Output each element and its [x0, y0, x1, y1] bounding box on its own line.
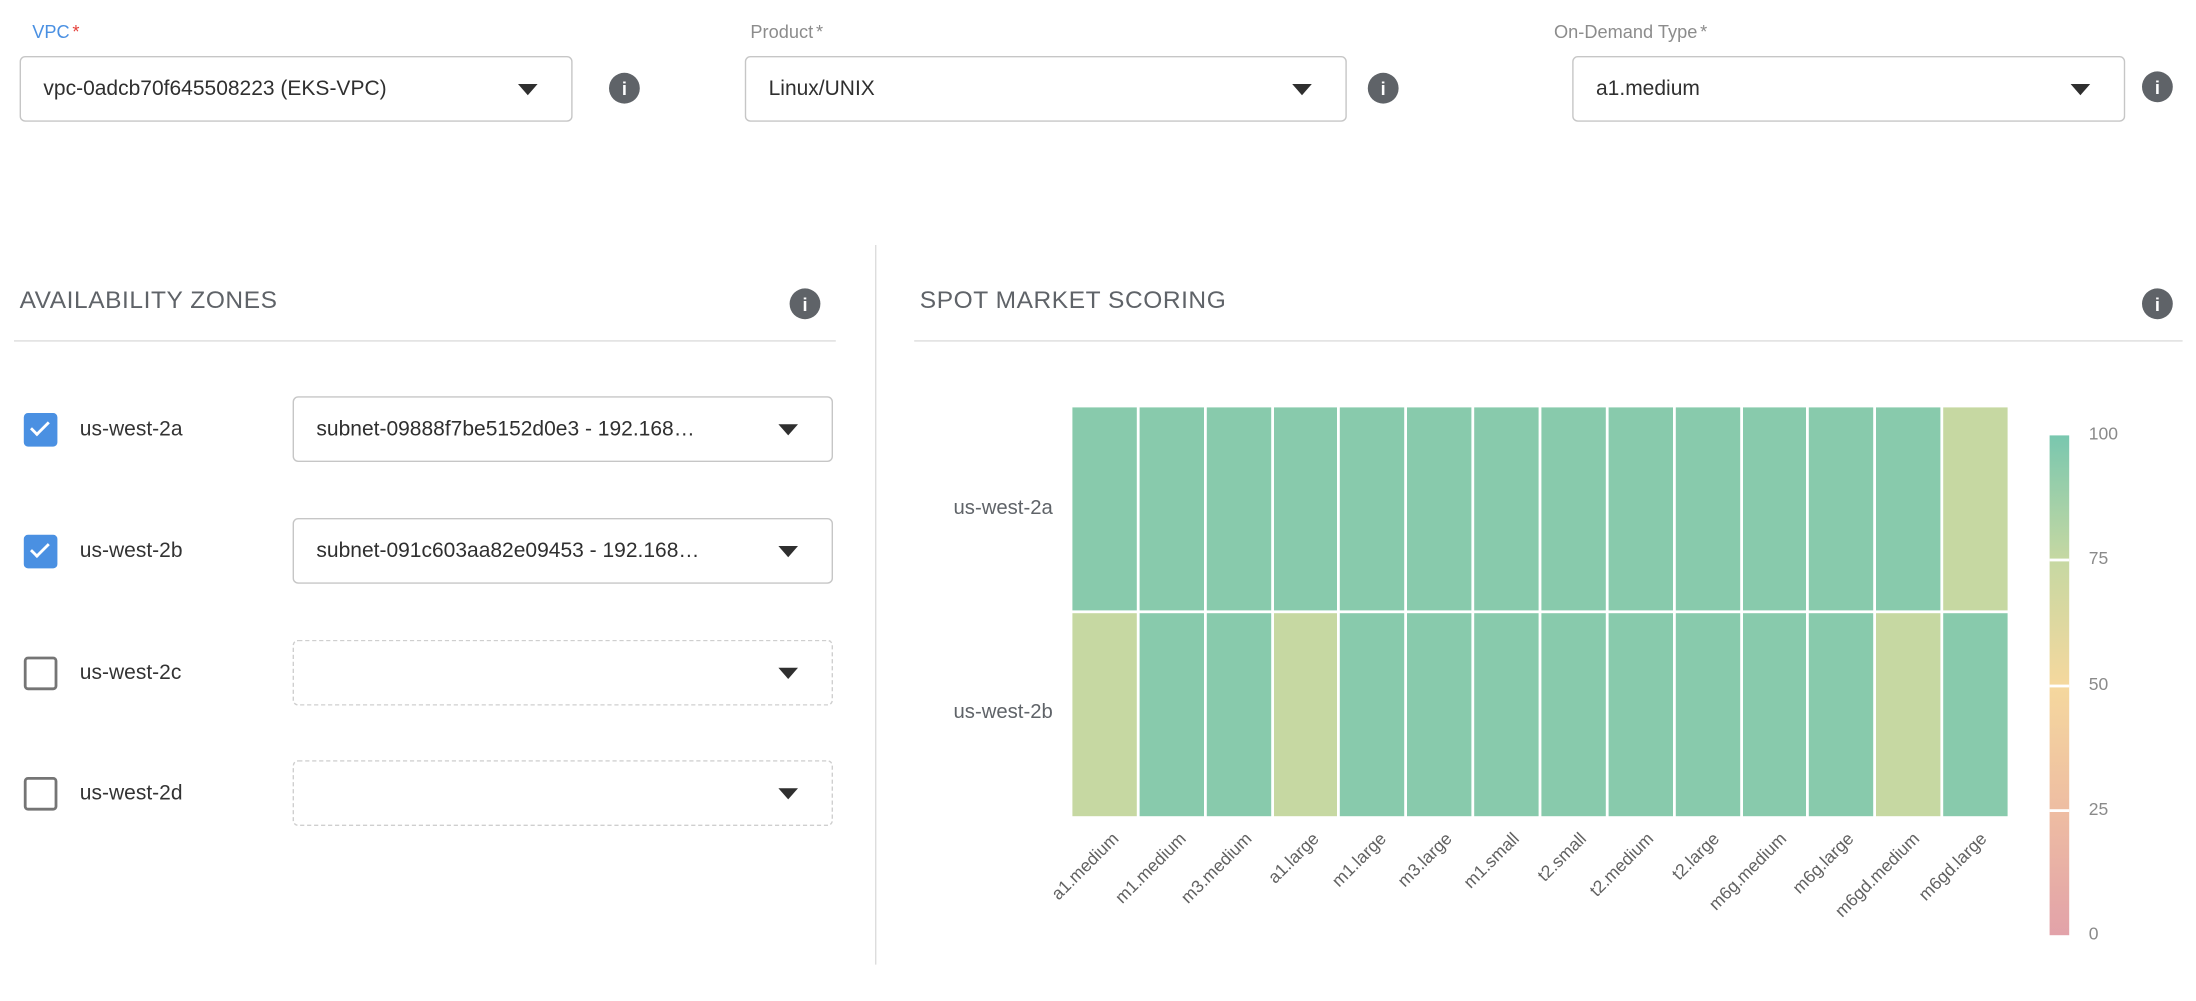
heatmap-grid: [1072, 407, 2007, 816]
on-demand-type-select[interactable]: a1.medium: [1572, 56, 2125, 122]
checkmark-icon: [30, 416, 50, 436]
az-row-us-west-2a: us-west-2a subnet-09888f7be5152d0e3 - 19…: [24, 396, 836, 462]
on-demand-type-info-icon[interactable]: i: [2142, 71, 2173, 102]
product-select-value: Linux/UNIX: [769, 77, 875, 101]
vpc-info-icon[interactable]: i: [609, 73, 640, 104]
spot-market-scoring-info-icon[interactable]: i: [2142, 288, 2173, 319]
spot-market-scoring-divider: [914, 340, 2182, 341]
az-row-us-west-2b: us-west-2b subnet-091c603aa82e09453 - 19…: [24, 518, 836, 584]
product-field-label: Product*: [750, 21, 823, 42]
checkmark-icon: [30, 538, 50, 558]
on-demand-type-field-label: On-Demand Type*: [1554, 21, 1707, 42]
zone-checkbox-us-west-2a[interactable]: [24, 412, 58, 446]
info-icon-glyph: i: [622, 78, 627, 99]
heatmap-cell: [1876, 613, 1940, 816]
subnet-select-us-west-2a[interactable]: subnet-09888f7be5152d0e3 - 192.168…: [293, 396, 833, 462]
zone-checkbox-us-west-2c[interactable]: [24, 656, 58, 690]
colorbar-tick-label: 0: [2089, 924, 2099, 944]
vpc-required-mark: *: [72, 21, 79, 42]
colorbar-tick-label: 25: [2089, 799, 2108, 819]
colorbar-tick-label: 75: [2089, 549, 2108, 569]
heatmap-cell: [1340, 613, 1404, 816]
heatmap-cell: [1608, 407, 1672, 610]
heatmap-cell: [1273, 613, 1337, 816]
heatmap-cell: [1541, 613, 1605, 816]
instance-configuration-page: VPC* vpc-0adcb70f645508223 (EKS-VPC) i P…: [0, 0, 2196, 965]
heatmap-cell: [1675, 407, 1739, 610]
heatmap-colorbar: [2050, 435, 2070, 935]
heatmap-cell: [1809, 613, 1873, 816]
info-icon-glyph: i: [2155, 76, 2160, 97]
subnet-select-us-west-2c[interactable]: [293, 640, 833, 706]
subnet-select-us-west-2d[interactable]: [293, 760, 833, 826]
chevron-down-icon: [2071, 83, 2091, 94]
zone-checkbox-us-west-2b[interactable]: [24, 534, 58, 568]
heatmap-cell: [1943, 407, 2007, 610]
on-demand-type-select-value: a1.medium: [1596, 77, 1700, 101]
chevron-down-icon: [518, 83, 538, 94]
availability-zones-divider: [14, 340, 836, 341]
product-required-mark: *: [816, 21, 823, 42]
zone-label: us-west-2c: [80, 661, 182, 685]
subnet-select-value: subnet-09888f7be5152d0e3 - 192.168…: [316, 417, 694, 441]
on-demand-type-required-mark: *: [1700, 21, 1707, 42]
heatmap-cell: [1876, 407, 1940, 610]
spot-market-scoring-title: SPOT MARKET SCORING: [920, 286, 1227, 315]
heatmap-cell: [1139, 407, 1203, 610]
section-vertical-divider: [875, 245, 876, 965]
heatmap-cell: [1742, 613, 1806, 816]
on-demand-type-label-text: On-Demand Type: [1554, 21, 1697, 42]
zone-label: us-west-2a: [80, 417, 183, 441]
heatmap-cell: [1072, 613, 1136, 816]
info-icon-glyph: i: [802, 293, 807, 314]
info-icon-glyph: i: [1381, 78, 1386, 99]
product-label-text: Product: [750, 21, 813, 42]
heatmap-cell: [1809, 407, 1873, 610]
heatmap-row-label: us-west-2a: [868, 497, 1053, 519]
heatmap-cell: [1474, 613, 1538, 816]
heatmap-cell: [1742, 407, 1806, 610]
colorbar-tick-label: 100: [2089, 424, 2118, 444]
vpc-field-label: VPC*: [32, 21, 79, 42]
vpc-label-text: VPC: [32, 21, 69, 42]
chevron-down-icon: [778, 424, 798, 435]
vpc-select[interactable]: vpc-0adcb70f645508223 (EKS-VPC): [20, 56, 573, 122]
az-row-us-west-2d: us-west-2d: [24, 760, 836, 826]
colorbar-separator: [2050, 809, 2070, 812]
heatmap-cell: [1541, 407, 1605, 610]
heatmap-cell: [1340, 407, 1404, 610]
heatmap-cell: [1206, 613, 1270, 816]
colorbar-tick-label: 50: [2089, 674, 2108, 694]
availability-zones-info-icon[interactable]: i: [790, 288, 821, 319]
heatmap-row-label: us-west-2b: [868, 701, 1053, 723]
heatmap-cell: [1273, 407, 1337, 610]
zone-checkbox-us-west-2d[interactable]: [24, 776, 58, 810]
heatmap-cell: [1675, 613, 1739, 816]
subnet-select-us-west-2b[interactable]: subnet-091c603aa82e09453 - 192.168…: [293, 518, 833, 584]
chevron-down-icon: [1292, 83, 1312, 94]
heatmap-cell: [1608, 613, 1672, 816]
az-row-us-west-2c: us-west-2c: [24, 640, 836, 706]
heatmap-cell: [1072, 407, 1136, 610]
vpc-select-value: vpc-0adcb70f645508223 (EKS-VPC): [43, 77, 386, 101]
zone-label: us-west-2b: [80, 539, 183, 563]
heatmap-cell: [1407, 407, 1471, 610]
availability-zones-title: AVAILABILITY ZONES: [20, 286, 278, 315]
heatmap-cell: [1206, 407, 1270, 610]
info-icon-glyph: i: [2155, 293, 2160, 314]
zone-label: us-west-2d: [80, 781, 183, 805]
heatmap-cell: [1474, 407, 1538, 610]
chevron-down-icon: [778, 788, 798, 799]
heatmap-cell: [1407, 613, 1471, 816]
heatmap-cell: [1139, 613, 1203, 816]
product-info-icon[interactable]: i: [1368, 73, 1399, 104]
subnet-select-value: subnet-091c603aa82e09453 - 192.168…: [316, 539, 699, 563]
heatmap-cell: [1943, 613, 2007, 816]
colorbar-separator: [2050, 559, 2070, 562]
product-select[interactable]: Linux/UNIX: [745, 56, 1347, 122]
chevron-down-icon: [778, 545, 798, 556]
chevron-down-icon: [778, 667, 798, 678]
colorbar-separator: [2050, 684, 2070, 687]
